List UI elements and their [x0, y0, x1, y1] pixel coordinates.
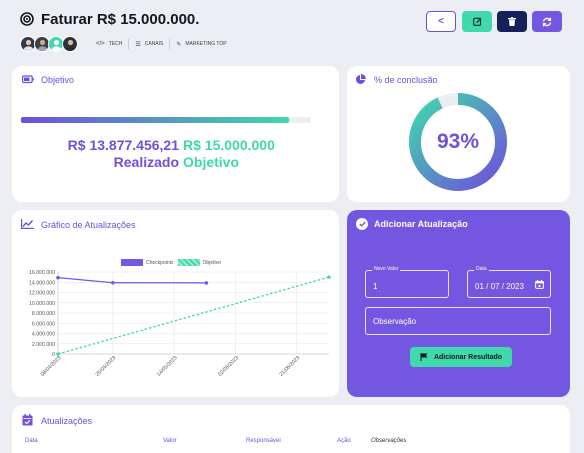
- chart-line-icon: [21, 219, 34, 229]
- tag-marketing[interactable]: ✎ MARKETING TOP: [169, 39, 232, 49]
- updates-line-chart: 16.000.000 14.000.000 12.000.000 10.000.000…: [29, 270, 331, 378]
- observacao-field[interactable]: Observação: [365, 307, 551, 335]
- x-tick-label: 21/06/2023: [279, 355, 302, 378]
- user-icon: [37, 39, 47, 51]
- list-icon: ☰: [135, 41, 141, 48]
- y-tick-label: 2.000.000: [32, 342, 55, 348]
- realizado-value: R$ 13.877.456,21: [67, 137, 179, 153]
- magic-wand-icon: ✎: [176, 41, 182, 48]
- table-header-data[interactable]: Data: [25, 438, 38, 444]
- objetivo-value: R$ 15.000.000: [183, 137, 275, 153]
- user-icon: [65, 39, 75, 51]
- check-circle-icon: [356, 218, 368, 230]
- series-line-objetivo: [57, 276, 330, 355]
- back-button[interactable]: <: [426, 11, 456, 32]
- objective-progress-fill: [21, 117, 290, 123]
- x-tick-label: 08/04/2023: [40, 355, 63, 378]
- user-icon: [51, 39, 61, 51]
- table-header-observacoes[interactable]: Observações: [371, 438, 406, 444]
- completion-title: % de conclusão: [374, 75, 438, 85]
- page-title: Faturar R$ 15.000.000.: [41, 11, 200, 28]
- add-result-label: Adicionar Resultado: [433, 353, 503, 361]
- y-tick-label: 14.000.000: [29, 280, 55, 286]
- delete-button[interactable]: [497, 11, 527, 32]
- calendar-icon[interactable]: [535, 280, 544, 289]
- realizado-label: Realizado: [113, 154, 179, 170]
- tag-label: TECH: [108, 41, 123, 47]
- add-update-title: Adicionar Atualização: [374, 219, 468, 229]
- y-tick-label: 6.000.000: [32, 321, 55, 327]
- table-header-acao[interactable]: Ação: [337, 438, 351, 444]
- objective-progress-bar: [21, 117, 311, 123]
- data-point-checkpoints: [56, 275, 60, 280]
- user-icon: [23, 39, 33, 51]
- edit-button[interactable]: [462, 11, 492, 32]
- code-icon: </>: [96, 41, 105, 47]
- data-field[interactable]: Data 01 / 07 / 2023: [467, 266, 551, 298]
- data-point-checkpoints: [204, 281, 209, 285]
- data-point-objetivo: [327, 275, 331, 279]
- updates-chart-title: Gráfico de Atualizações: [41, 220, 136, 230]
- tag-label: MARKETING TOP: [185, 41, 227, 47]
- y-tick-label: 4.000.000: [32, 332, 55, 338]
- x-tick-label: 25/04/2023: [95, 355, 118, 378]
- tag-tech[interactable]: </> TECH: [90, 39, 128, 49]
- add-update-card: [347, 210, 570, 397]
- avatar-group: [20, 36, 78, 52]
- data-input[interactable]: 01 / 07 / 2023: [475, 282, 524, 291]
- add-result-button[interactable]: Adicionar Resultado: [410, 347, 512, 367]
- refresh-button[interactable]: [532, 11, 562, 32]
- edit-icon: [472, 17, 481, 26]
- flag-icon: [420, 353, 428, 361]
- novo-valor-field[interactable]: Novo Valor 1: [365, 266, 449, 298]
- novo-valor-input[interactable]: 1: [373, 282, 377, 291]
- tag-canais[interactable]: ☰ CANAIS: [128, 39, 169, 49]
- updates-table-title: Atualizações: [41, 416, 93, 426]
- trash-icon: [508, 17, 516, 26]
- data-point-checkpoints: [111, 280, 115, 285]
- x-tick-label: 14/05/2023: [156, 355, 179, 378]
- y-tick-label: 12.000.000: [29, 291, 55, 297]
- observacao-input[interactable]: Observação: [373, 317, 416, 326]
- objective-card: [12, 66, 339, 202]
- calendar-check-icon: [22, 414, 33, 426]
- tag-list: </> TECH ☰ CANAIS ✎ MARKETING TOP: [90, 39, 233, 49]
- novo-valor-label: Novo Valor: [372, 266, 401, 272]
- battery-icon: [22, 75, 34, 84]
- y-tick-label: 8.000.000: [32, 311, 55, 317]
- refresh-icon: [542, 17, 552, 26]
- tag-label: CANAIS: [144, 41, 164, 47]
- avatar[interactable]: [62, 36, 78, 52]
- objetivo-label: Objetivo: [183, 154, 240, 170]
- completion-percent: 93%: [436, 130, 480, 153]
- objective-title: Objetivo: [41, 75, 75, 85]
- y-tick-label: 0: [52, 352, 55, 358]
- table-header-responsavel[interactable]: Responsável: [246, 438, 281, 444]
- data-label: Data: [474, 266, 489, 272]
- updates-table-card: [12, 405, 570, 453]
- target-icon: [20, 12, 34, 26]
- y-tick-label: 16.000.000: [29, 270, 55, 276]
- chevron-left-icon: <: [438, 16, 444, 27]
- x-tick-label: 02/06/2023: [217, 355, 240, 378]
- page-header: Faturar R$ 15.000.000. </> TECH ☰ CANAIS…: [0, 0, 584, 62]
- table-header-valor[interactable]: Valor: [163, 438, 177, 444]
- pie-chart-icon: [356, 74, 366, 84]
- y-tick-label: 10.000.000: [29, 301, 55, 307]
- data-point-objetivo: [56, 352, 60, 356]
